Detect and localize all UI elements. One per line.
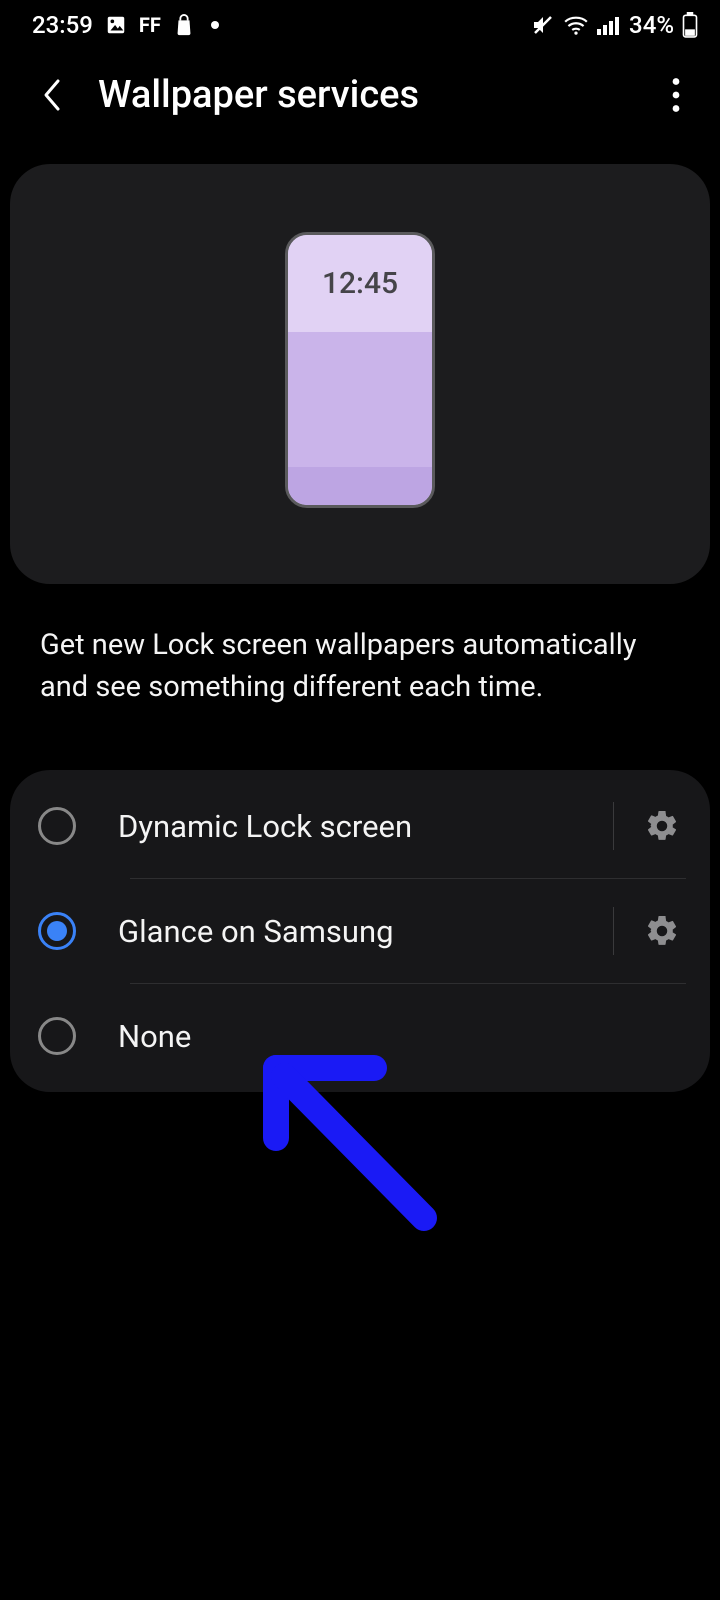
radio-button[interactable] (38, 807, 76, 845)
option-label: Dynamic Lock screen (118, 808, 605, 845)
battery-text: 34% (629, 11, 674, 39)
preview-clock: 12:45 (288, 235, 432, 332)
page-title: Wallpaper services (98, 73, 654, 117)
wallpaper-options-list: Dynamic Lock screen Glance on Samsung No… (10, 770, 710, 1092)
preview-bottom (288, 467, 432, 505)
back-button[interactable] (30, 73, 74, 117)
ff-text: FF (139, 13, 161, 37)
status-time: 23:59 (32, 11, 93, 39)
radio-button[interactable] (38, 1017, 76, 1055)
divider (613, 802, 614, 850)
preview-middle (288, 332, 432, 467)
settings-gear-button[interactable] (638, 907, 686, 955)
wallpaper-preview-card: 12:45 (10, 164, 710, 584)
status-bar: 23:59 FF 34% (0, 0, 720, 50)
option-glance-on-samsung[interactable]: Glance on Samsung (10, 879, 710, 983)
option-label: None (118, 1018, 686, 1055)
status-left: 23:59 FF (32, 11, 219, 39)
gear-icon (644, 808, 680, 844)
phone-preview: 12:45 (285, 232, 435, 508)
bag-icon (173, 13, 195, 37)
app-bar: Wallpaper services (0, 50, 720, 140)
radio-button[interactable] (38, 912, 76, 950)
description-text: Get new Lock screen wallpapers automatic… (0, 602, 720, 740)
battery-icon (682, 12, 698, 38)
chevron-left-icon (39, 75, 65, 115)
gear-icon (644, 913, 680, 949)
signal-icon (597, 15, 621, 35)
option-none[interactable]: None (10, 984, 710, 1088)
more-vert-icon (671, 77, 681, 113)
option-label: Glance on Samsung (118, 913, 605, 950)
more-button[interactable] (654, 65, 698, 125)
status-right: 34% (531, 11, 698, 39)
wifi-icon (563, 14, 589, 36)
divider (613, 907, 614, 955)
mute-icon (531, 13, 555, 37)
option-dynamic-lock-screen[interactable]: Dynamic Lock screen (10, 774, 710, 878)
settings-gear-button[interactable] (638, 802, 686, 850)
image-icon (105, 14, 127, 36)
notification-dot-icon (211, 21, 219, 29)
